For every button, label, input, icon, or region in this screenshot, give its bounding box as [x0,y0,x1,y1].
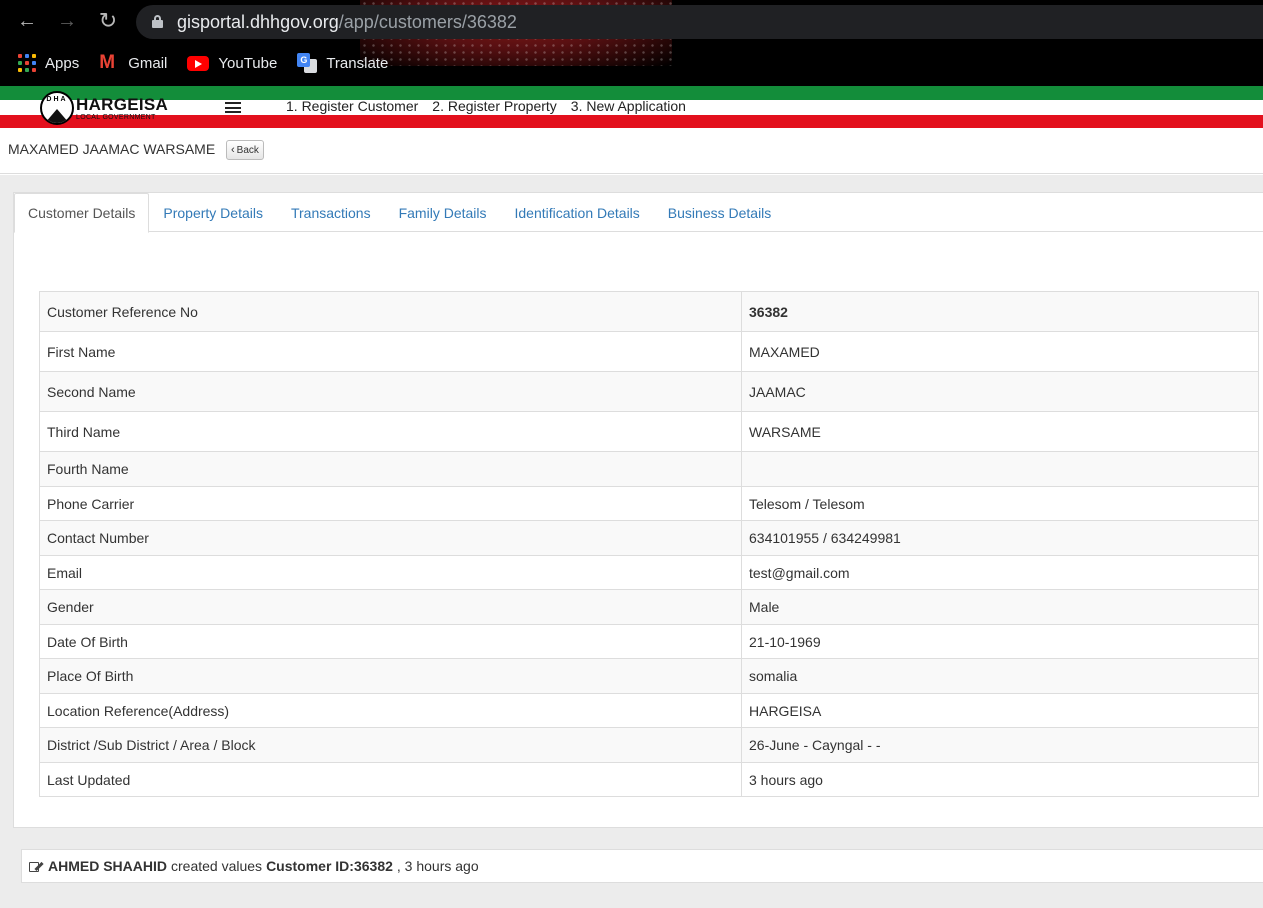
table-row: First Name MAXAMED [39,331,1259,372]
field-label: Date Of Birth [39,624,742,659]
bookmark-gmail[interactable]: Gmail [99,52,168,74]
field-label: Gender [39,589,742,625]
bookmark-youtube[interactable]: YouTube [187,55,277,72]
table-row: Gender Male [39,589,1259,625]
apps-grid-icon [18,54,36,72]
field-value: test@gmail.com [741,555,1259,590]
url-host: gisportal.dhhgov.org [177,12,339,32]
field-value: 36382 [741,291,1259,332]
translate-icon: G [297,53,318,73]
tab-identification-details[interactable]: Identification Details [501,193,654,232]
url-text[interactable]: gisportal.dhhgov.org/app/customers/36382 [177,12,517,33]
bookmark-label: YouTube [218,54,278,72]
tab-family-details[interactable]: Family Details [385,193,501,232]
field-label: Place Of Birth [39,658,742,694]
table-row: Contact Number 634101955 / 634249981 [39,520,1259,556]
field-label: Third Name [39,411,742,452]
youtube-icon [187,55,210,71]
field-value [741,451,1259,487]
browser-chrome: ← → ↻ gisportal.dhhgov.org/app/customers… [0,0,1263,86]
bookmark-translate[interactable]: G Translate [297,53,388,73]
logo-title: HARGEISA [76,94,169,114]
logo-emblem-icon: DHA [40,91,74,125]
logo-emblem-text: DHA [46,96,68,103]
field-label: Customer Reference No [39,291,742,332]
table-row: Third Name WARSAME [39,411,1259,452]
field-label: Fourth Name [39,451,742,487]
field-label: First Name [39,331,742,372]
table-row: Last Updated 3 hours ago [39,762,1259,797]
field-label: Last Updated [39,762,742,797]
table-row: Place Of Birth somalia [39,658,1259,694]
field-label: Phone Carrier [39,486,742,521]
table-row: Phone Carrier Telesom / Telesom [39,486,1259,521]
field-label: District /Sub District / Area / Block [39,727,742,763]
table-row: Customer Reference No 36382 [39,291,1259,332]
activity-user: AHMED SHAAHID [48,858,167,874]
bookmark-label: Apps [45,54,80,72]
bookmark-label: Gmail [128,54,168,72]
gmail-icon [99,52,119,74]
bookmarks-bar: Apps Gmail YouTube G Translate [0,50,408,76]
lock-icon[interactable] [152,15,163,28]
tab-transactions[interactable]: Transactions [277,193,385,232]
flag-stripe-red [0,115,1263,128]
field-value: WARSAME [741,411,1259,452]
field-value: 634101955 / 634249981 [741,520,1259,556]
logo-subtitle: LOCAL GOVERNMENT [76,113,156,121]
tab-property-details[interactable]: Property Details [149,193,277,232]
table-row: Date Of Birth 21-10-1969 [39,624,1259,659]
field-value: 21-10-1969 [741,624,1259,659]
field-label: Email [39,555,742,590]
activity-target: Customer ID:36382 [266,858,393,874]
field-value: MAXAMED [741,331,1259,372]
field-label: Second Name [39,371,742,412]
nav-new-application[interactable]: 3. New Application [571,98,686,114]
tab-bar: Customer Details Property Details Transa… [14,193,1263,233]
field-value: somalia [741,658,1259,694]
field-value: 3 hours ago [741,762,1259,797]
tab-business-details[interactable]: Business Details [654,193,786,232]
page-title: MAXAMED JAAMAC WARSAME [8,141,216,157]
activity-action: created values [171,858,263,874]
customer-details-table: Customer Reference No 36382 First Name M… [39,291,1259,797]
back-arrow-icon[interactable]: ← [15,9,39,33]
table-row: District /Sub District / Area / Block 26… [39,727,1259,763]
top-navigation: 1. Register Customer 2. Register Propert… [286,98,700,114]
app-header: DHA HARGEISA LOCAL GOVERNMENT 1. Registe… [0,86,1263,128]
field-value: Telesom / Telesom [741,486,1259,521]
edit-icon [29,860,44,873]
chevron-left-icon: ‹ [231,144,235,156]
table-row: Fourth Name [39,451,1259,487]
bookmark-label: Translate [326,54,389,72]
hargeisa-logo[interactable]: DHA HARGEISA LOCAL GOVERNMENT [40,90,168,126]
back-button[interactable]: ‹ Back [226,140,264,160]
table-row: Email test@gmail.com [39,555,1259,590]
activity-time: , 3 hours ago [396,858,479,874]
field-value: JAAMAC [741,371,1259,412]
page-title-bar: MAXAMED JAAMAC WARSAME ‹ Back [0,128,1263,174]
field-label: Location Reference(Address) [39,693,742,728]
tab-customer-details[interactable]: Customer Details [14,193,150,233]
table-row: Location Reference(Address) HARGEISA [39,693,1259,728]
field-value: 26-June - Cayngal - - [741,727,1259,763]
nav-register-customer[interactable]: 1. Register Customer [286,98,418,114]
field-value: HARGEISA [741,693,1259,728]
reload-icon[interactable]: ↻ [96,9,120,33]
bookmark-apps[interactable]: Apps [18,54,79,72]
activity-log-entry: AHMED SHAAHID created values Customer ID… [21,849,1263,883]
customer-panel: Customer Details Property Details Transa… [13,192,1263,828]
table-row: Second Name JAAMAC [39,371,1259,412]
forward-arrow-icon[interactable]: → [55,9,79,33]
field-value: Male [741,589,1259,625]
back-button-label: Back [236,144,259,156]
field-label: Contact Number [39,520,742,556]
nav-register-property[interactable]: 2. Register Property [432,98,557,114]
hamburger-menu-icon[interactable] [225,102,241,113]
url-path: /app/customers/36382 [338,12,517,32]
address-bar[interactable]: gisportal.dhhgov.org/app/customers/36382 [136,5,1263,39]
